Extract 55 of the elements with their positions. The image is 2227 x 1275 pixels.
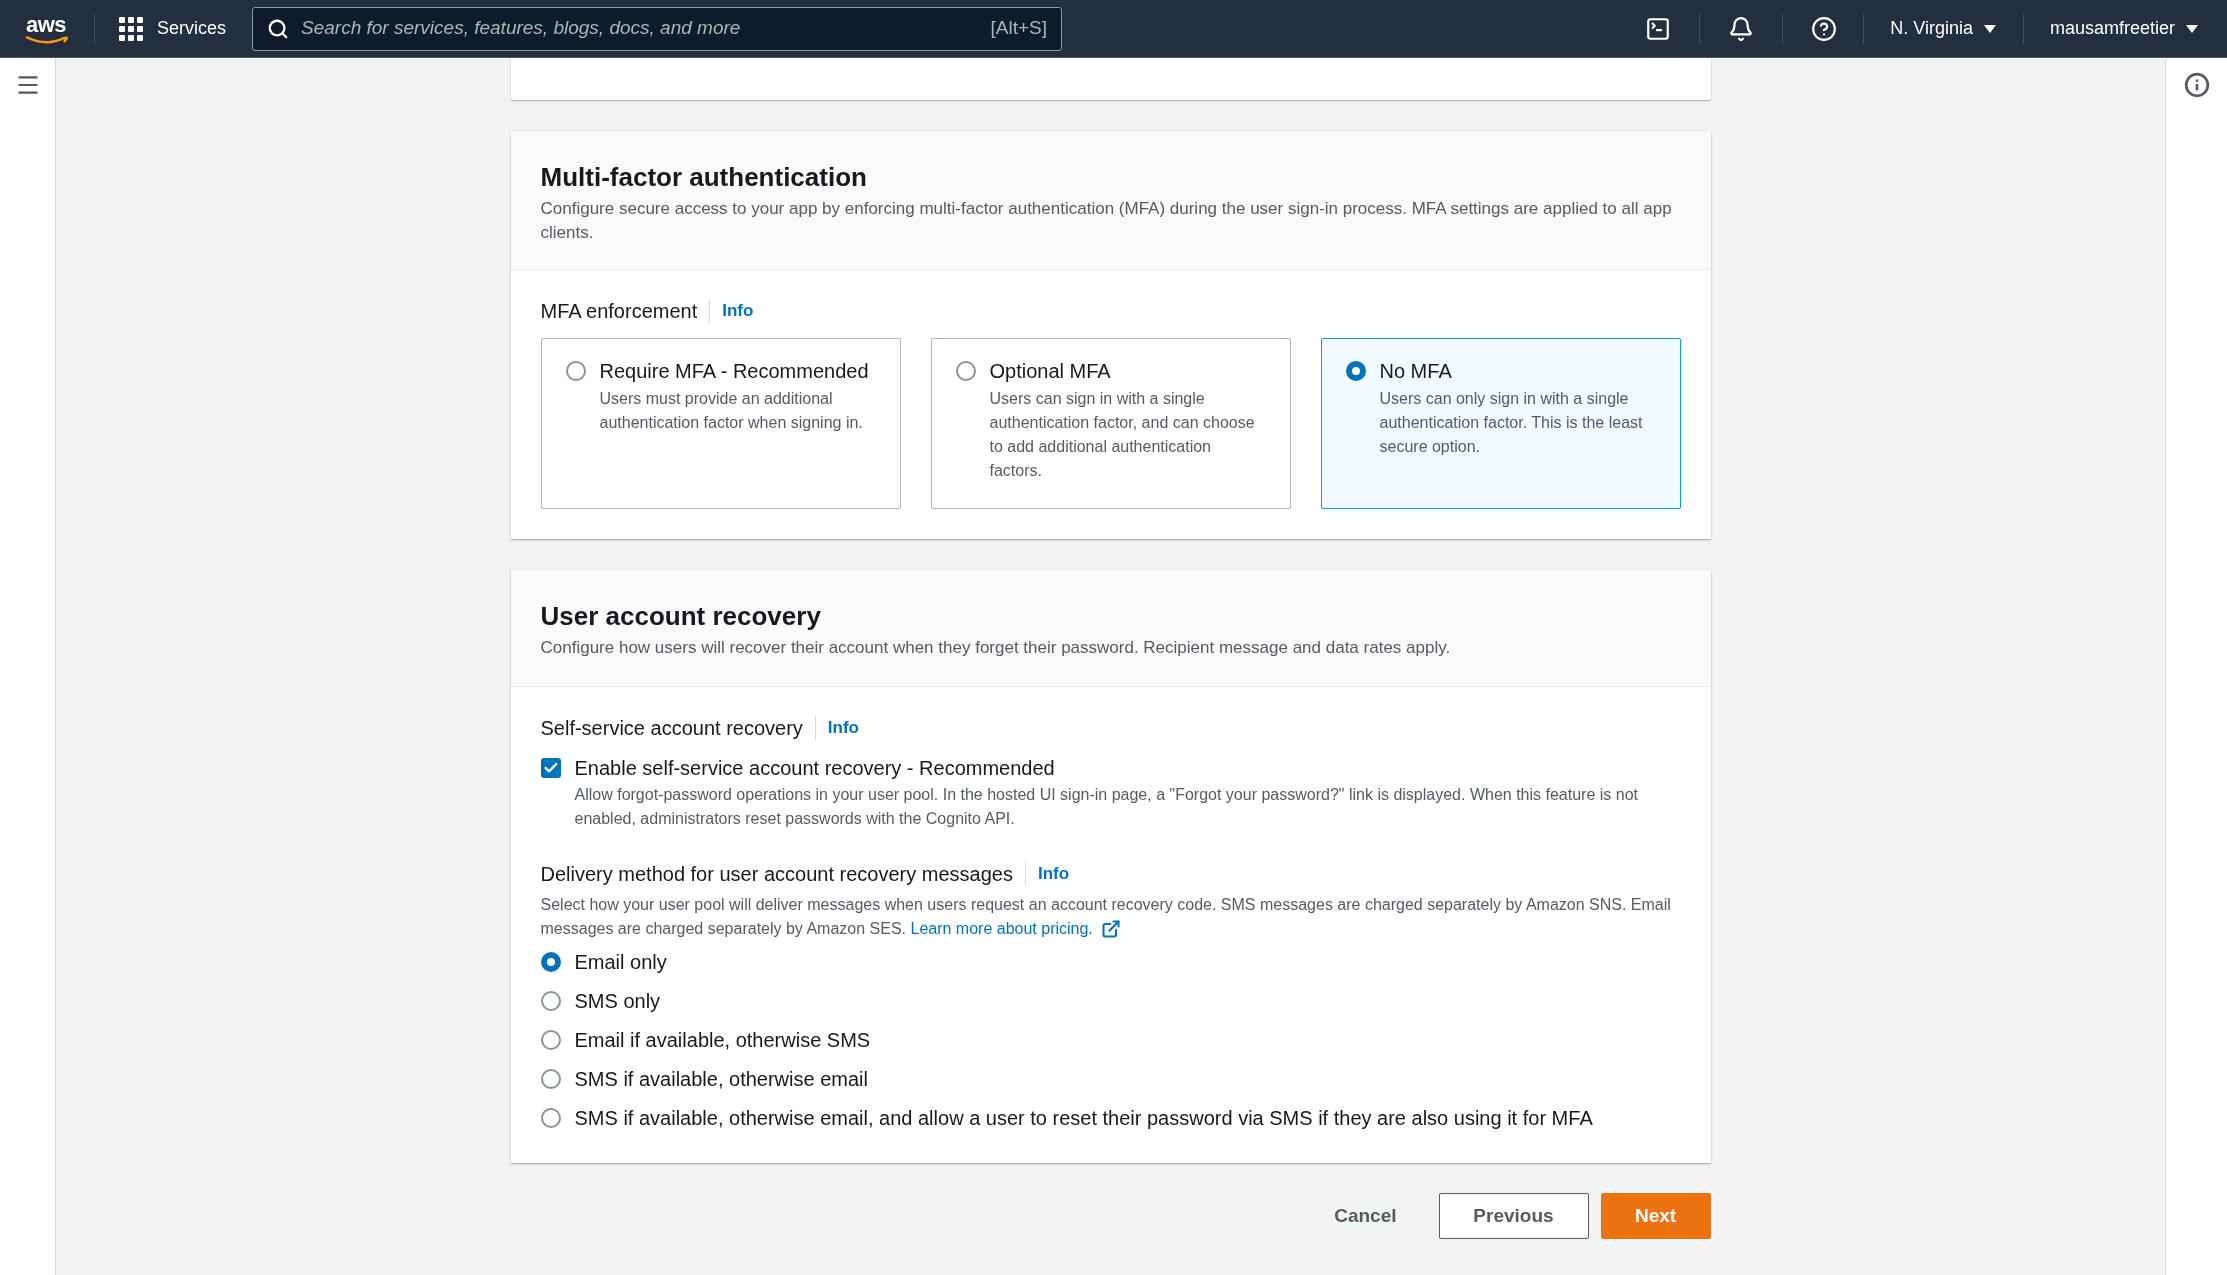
- info-link[interactable]: Info: [722, 298, 754, 324]
- radio-option[interactable]: SMS if available, otherwise email: [540, 1064, 1681, 1094]
- radio-button[interactable]: [540, 1108, 561, 1128]
- help-icon[interactable]: [1811, 15, 1838, 42]
- field-label: Delivery method for user account recovery messages: [540, 862, 1013, 887]
- option-description: Users can sign in with a single authentication factor, and can choose to add additional authentication factors.: [989, 389, 1256, 481]
- radio-button[interactable]: [540, 1030, 561, 1050]
- checkbox-label: Enable self-service account recovery - Recommended: [574, 756, 1056, 781]
- aws-logo[interactable]: aws: [22, 13, 70, 44]
- field-description: Select how your user pool will deliver messages when users request an account recovery code. SMS messages are charged separately by Amazon SNS. Email messages are charged separately by Amazon SES. Learn more about pricing.: [540, 893, 1681, 941]
- radio-option[interactable]: SMS if available, otherwise email, and allow a user to reset their password via SMS if they are also using it for MFA: [540, 1103, 1681, 1133]
- option-description: Users must provide an additional authentication factor when signing in.: [599, 389, 864, 433]
- mfa-option-card[interactable]: No MFA Users can only sign in with a single authentication factor. This is the least secure option.: [1320, 338, 1681, 509]
- caret-icon: [1982, 23, 1997, 34]
- pricing-link[interactable]: Learn more about pricing.: [910, 917, 1121, 941]
- search-icon: [267, 17, 290, 40]
- keyboard-shortcut: [Alt+S]: [990, 16, 1048, 41]
- option-label: No MFA: [1379, 359, 1453, 384]
- mfa-option-card[interactable]: Require MFA - Recommended Users must provide an additional authentication factor when signing in.: [540, 338, 901, 509]
- info-link[interactable]: Info: [1037, 861, 1070, 887]
- section-title: Multi-factor authentication: [540, 161, 868, 194]
- section-description: Configure secure access to your app by enforcing multi-factor authentication (MFA) during the user sign-in process. MFA settings are applied to all app clients.: [540, 198, 1673, 244]
- radio-button[interactable]: [565, 361, 586, 381]
- radio-option[interactable]: SMS only: [540, 986, 1681, 1016]
- radio-button[interactable]: [540, 1069, 561, 1089]
- caret-icon: [2185, 23, 2199, 34]
- checkbox-description: Allow forgot-password operations in your user pool. In the hosted UI sign-in page, a "Forgot your password?" link is displayed. When this feature is not enabled, administrators reset passwords with the Cognito API.: [574, 785, 1639, 829]
- region-menu[interactable]: N. Virginia: [1890, 15, 1997, 42]
- section-description: Configure how users will recover their account when they forget their password. Recipient message and data rates apply.: [540, 637, 1452, 659]
- section-title: User account recovery: [540, 600, 822, 633]
- info-link[interactable]: Info: [827, 715, 859, 741]
- search-field[interactable]: Search for services, features, blogs, docs, and more [Alt+S]: [252, 6, 1063, 51]
- account-menu[interactable]: mausamfreetier: [2049, 15, 2199, 42]
- services-menu[interactable]: Services: [119, 15, 227, 42]
- radio-button[interactable]: [955, 361, 976, 381]
- option-description: Users can only sign in with a single authentication factor. This is the least secure option.: [1379, 389, 1644, 457]
- notification-icon[interactable]: [1728, 15, 1755, 42]
- cancel-button[interactable]: Cancel: [1304, 1193, 1427, 1239]
- info-icon[interactable]: [2183, 72, 2210, 98]
- field-label: MFA enforcement: [540, 299, 698, 324]
- field-label: Self-service account recovery: [540, 716, 803, 741]
- previous-button[interactable]: Previous: [1438, 1193, 1589, 1239]
- mfa-option-card[interactable]: Optional MFA Users can sign in with a single authentication factor, and can choose to add additional authentication factors.: [930, 338, 1291, 509]
- radio-button[interactable]: [540, 991, 561, 1011]
- option-label: Require MFA - Recommended: [599, 359, 870, 384]
- grid-icon: [119, 16, 143, 41]
- terminal-icon[interactable]: [1645, 15, 1672, 42]
- search-input[interactable]: Search for services, features, blogs, docs, and more: [301, 14, 979, 43]
- external-link-icon: [1100, 919, 1121, 939]
- option-label: Optional MFA: [989, 359, 1112, 384]
- radio-option[interactable]: Email only: [540, 947, 1681, 977]
- radio-option[interactable]: Email if available, otherwise SMS: [540, 1025, 1681, 1055]
- radio-button[interactable]: [1345, 361, 1366, 381]
- radio-button[interactable]: [540, 952, 561, 972]
- checkbox[interactable]: [540, 758, 561, 778]
